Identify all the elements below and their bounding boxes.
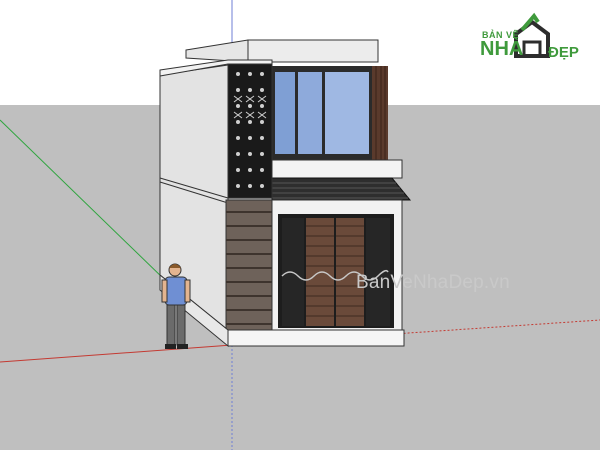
figure-shoe [177, 344, 188, 349]
upper-window-pane [298, 72, 322, 154]
roof-top-front [247, 39, 379, 63]
logo-main-text: NHÀ [480, 38, 524, 60]
figure-leg [166, 304, 176, 346]
figure-shoe [165, 344, 176, 349]
figure-leg [176, 304, 186, 346]
upper-window-pane [275, 72, 295, 154]
figure-arm [161, 279, 168, 303]
watermark-text: BanVeNhaDep.vn [356, 272, 510, 293]
brand-logo: BẢN VẼ NHÀ ĐẸP [476, 12, 594, 68]
logo-end-text: ĐẸP [548, 44, 579, 61]
breeze-block-column [227, 63, 273, 199]
figure-shirt [164, 276, 188, 306]
tiled-canopy [271, 177, 412, 201]
balcony-parapet [269, 159, 403, 179]
upper-window-pane [325, 72, 369, 154]
wood-louvers-upper [372, 66, 388, 160]
house-model[interactable] [159, 39, 412, 348]
plinth-front [227, 329, 405, 347]
figure-arm [184, 279, 191, 303]
